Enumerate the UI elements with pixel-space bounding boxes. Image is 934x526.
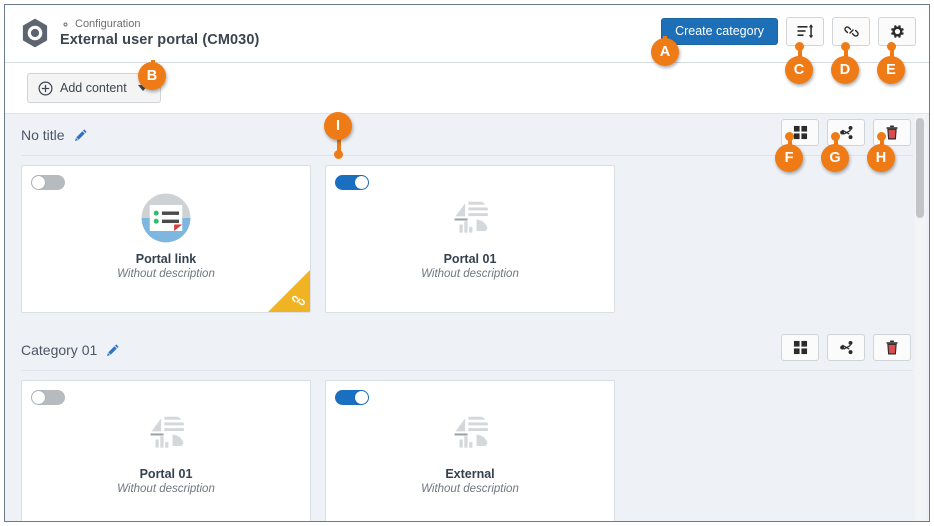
category-actions bbox=[781, 334, 911, 361]
annotation-badge-d: D bbox=[831, 56, 859, 84]
sort-list-icon bbox=[797, 24, 813, 39]
link-icon bbox=[292, 295, 305, 306]
add-content-label: Add content bbox=[60, 81, 127, 95]
annotation-dot-h bbox=[877, 132, 886, 141]
card-body: Portal 01 Without description bbox=[22, 407, 310, 495]
link-button[interactable] bbox=[832, 17, 870, 46]
card-body: Portal 01 Without description bbox=[326, 192, 614, 280]
categories-scroll-pane[interactable]: No title Portal link Without description… bbox=[5, 114, 929, 521]
create-category-button[interactable]: Create category bbox=[661, 18, 778, 45]
hexagon-portal-logo-icon bbox=[22, 18, 48, 48]
annotation-badge-i: I bbox=[324, 112, 352, 140]
breadcrumb: Configuration bbox=[60, 17, 259, 30]
card-grid: Portal 01 Without description External W… bbox=[19, 371, 915, 521]
portal-placeholder-thumbnail-icon bbox=[454, 201, 488, 233]
brand: Configuration External user portal (CM03… bbox=[19, 17, 259, 49]
plus-circle-icon bbox=[38, 81, 53, 95]
card-title: Portal 01 bbox=[443, 252, 497, 266]
category-edit-button[interactable] bbox=[74, 128, 88, 142]
card-enable-toggle[interactable] bbox=[31, 390, 65, 405]
category-delete-button[interactable] bbox=[873, 334, 911, 361]
card-body: Portal link Without description bbox=[22, 192, 310, 280]
app-header: Configuration External user portal (CM03… bbox=[5, 5, 929, 63]
link-icon bbox=[843, 26, 859, 37]
annotation-dot-g bbox=[831, 132, 840, 141]
category-edit-button[interactable] bbox=[106, 343, 120, 357]
gear-icon bbox=[63, 22, 68, 27]
header-actions: Create category bbox=[661, 17, 916, 46]
card-title: Portal link bbox=[135, 252, 197, 266]
card-description: Without description bbox=[117, 483, 215, 495]
annotation-badge-c: C bbox=[785, 56, 813, 84]
card-enable-toggle[interactable] bbox=[31, 175, 65, 190]
annotation-badge-e: E bbox=[877, 56, 905, 84]
pencil-icon bbox=[74, 128, 87, 141]
breadcrumb-label: Configuration bbox=[75, 17, 141, 30]
pencil-icon bbox=[107, 343, 119, 356]
annotation-badge-h: H bbox=[867, 144, 895, 172]
card-description: Without description bbox=[117, 268, 215, 280]
category-title: Category 01 bbox=[21, 341, 98, 358]
category-layout-button[interactable] bbox=[781, 334, 819, 361]
card-description: Without description bbox=[421, 268, 519, 280]
page-title: External user portal (CM030) bbox=[60, 31, 260, 48]
category-share-button[interactable] bbox=[827, 334, 865, 361]
vertical-scrollbar[interactable] bbox=[915, 114, 926, 521]
annotation-dot-d bbox=[841, 42, 850, 51]
screenshot-root: Configuration External user portal (CM03… bbox=[0, 0, 934, 526]
card-title: External bbox=[445, 467, 495, 481]
card-enable-toggle[interactable] bbox=[335, 390, 369, 405]
grid-icon bbox=[793, 125, 807, 140]
share-icon bbox=[839, 125, 852, 140]
portal-placeholder-thumbnail-icon bbox=[150, 416, 184, 448]
card-body: External Without description bbox=[326, 407, 614, 495]
scrollbar-thumb[interactable] bbox=[916, 118, 924, 218]
annotation-badge-a: A bbox=[651, 38, 679, 66]
toggle-knob bbox=[355, 391, 368, 404]
category-header: Category 01 bbox=[21, 329, 913, 371]
grid-icon bbox=[793, 340, 807, 355]
card-title: Portal 01 bbox=[139, 467, 193, 481]
category-actions bbox=[781, 119, 911, 146]
annotation-dot-i bbox=[334, 150, 343, 159]
annotation-dot-c bbox=[795, 42, 804, 51]
card-description: Without description bbox=[421, 483, 519, 495]
content-card[interactable]: Portal link Without description bbox=[21, 165, 311, 313]
trash-icon bbox=[886, 125, 898, 140]
category-section: Category 01 Portal 01 Without descriptio… bbox=[5, 329, 929, 521]
content-card[interactable]: Portal 01 Without description bbox=[21, 380, 311, 521]
trash-icon bbox=[886, 340, 898, 355]
settings-button[interactable] bbox=[878, 17, 916, 46]
portal-link-thumbnail-icon bbox=[141, 193, 191, 243]
toggle-knob bbox=[355, 176, 368, 189]
share-icon bbox=[839, 340, 852, 355]
annotation-badge-f: F bbox=[775, 144, 803, 172]
content-card[interactable]: External Without description bbox=[325, 380, 615, 521]
gear-icon bbox=[890, 25, 904, 38]
annotation-dot-e bbox=[887, 42, 896, 51]
category-title: No title bbox=[21, 126, 65, 143]
content-card[interactable]: Portal 01 Without description bbox=[325, 165, 615, 313]
portal-placeholder-thumbnail-icon bbox=[454, 416, 488, 448]
card-enable-toggle[interactable] bbox=[335, 175, 369, 190]
brand-texts: Configuration External user portal (CM03… bbox=[60, 17, 260, 48]
toggle-knob bbox=[32, 391, 45, 404]
toggle-knob bbox=[32, 176, 45, 189]
sort-button[interactable] bbox=[786, 17, 824, 46]
annotation-badge-b: B bbox=[138, 62, 166, 90]
annotation-badge-g: G bbox=[821, 144, 849, 172]
annotation-dot-f bbox=[785, 132, 794, 141]
card-grid: Portal link Without description Portal 0… bbox=[19, 156, 915, 313]
